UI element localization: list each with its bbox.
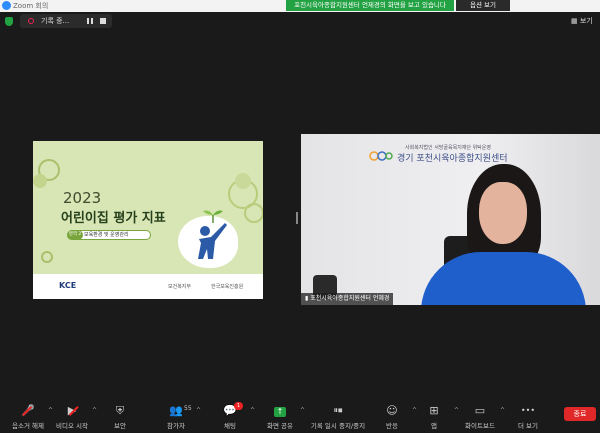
recording-indicator: 기록 중... (20, 14, 112, 28)
decor-circle (33, 174, 47, 188)
org-logo: 한국보육진흥원 (211, 284, 244, 290)
participant-name: 포천시육아종합지원센터 언혜경 (310, 295, 390, 302)
window-title: Zoom 회의 (13, 2, 49, 10)
center-name: 경기 포천시육아종합지원센터 (397, 154, 508, 164)
view-options-button[interactable]: 옵션 보기 (456, 0, 510, 11)
child-with-sprout-icon (198, 210, 227, 259)
participant-video[interactable]: 사회복지법인 서방골육목지재단 위탁운영 경기 포천시육아종합지원센터 ▮ 포천… (301, 134, 600, 305)
participants-button[interactable]: 👥 55 ^ 참가자 (148, 401, 204, 433)
screen-share-banner: 포천시육아종합지원센터 언제경의 화면을 보고 있습니다 (286, 0, 454, 11)
recording-dot-icon (28, 18, 34, 24)
ministry-logo: 보건복지부 (168, 284, 192, 290)
participant-count: 55 (184, 405, 192, 412)
chevron-up-icon[interactable]: ^ (300, 407, 305, 414)
person-face (479, 182, 527, 244)
record-pause-stop-icon: ⏸⏹ (333, 406, 343, 416)
more-label: 더 보기 (517, 422, 538, 430)
zoom-logo-icon (2, 1, 11, 10)
share-screen-icon: ↑ (274, 405, 286, 417)
view-layout-button[interactable]: ▦ 보기 (571, 16, 593, 26)
security-label: 보안 (114, 422, 126, 430)
meeting-toolbar: 🎤 ^ 음소거 해제 ▶ ^ 비디오 시작 ⛨ 보안 👥 55 ^ 참가자 💬 … (0, 401, 600, 433)
view-label: 보기 (579, 17, 593, 25)
grid-view-icon: ▦ (571, 17, 580, 25)
more-icon: ••• (520, 406, 536, 415)
shield-icon: ⛨ (115, 404, 125, 417)
chat-unread-badge: 1 (234, 402, 243, 410)
shared-screen-slide: 2023 어린이집 평가 지표 보육환경 및 운영관리 영역 2 KCE 보건복… (33, 141, 263, 299)
reaction-icon: ☺ (386, 404, 398, 417)
slide-year: 2023 (63, 189, 102, 207)
slide-section-badge: 영역 2 (67, 230, 83, 240)
security-shield-icon[interactable] (5, 17, 13, 26)
decor-circle (244, 203, 263, 223)
chevron-up-icon[interactable]: ^ (196, 407, 201, 414)
participants-label: 참가자 (167, 422, 185, 430)
chat-label: 채팅 (224, 422, 236, 430)
record-control-button[interactable]: ⏸⏹ 기록 일시 중지/중지 (306, 401, 370, 433)
participants-icon: 👥 (169, 404, 183, 417)
security-button[interactable]: ⛨ 보안 (92, 401, 148, 433)
center-logo-icon (369, 151, 393, 161)
share-screen-button[interactable]: ↑ ^ 화면 공유 (252, 401, 308, 433)
stop-recording-icon[interactable] (100, 18, 106, 24)
decor-circle (41, 251, 53, 263)
share-screen-label: 화면 공유 (267, 422, 293, 430)
decor-circle (235, 173, 251, 189)
view-splitter-handle[interactable] (296, 212, 298, 224)
chat-button[interactable]: 💬 1 ^ 채팅 (202, 401, 258, 433)
end-meeting-button[interactable]: 종료 (564, 407, 596, 421)
center-subtitle: 사회복지법인 서방골육목지재단 위탁운영 (405, 145, 491, 151)
kce-logo: KCE (59, 281, 77, 290)
participant-name-label: ▮ 포천시육아종합지원센터 언혜경 (301, 293, 394, 305)
slide-title: 어린이집 평가 지표 (61, 211, 166, 226)
record-control-label: 기록 일시 중지/중지 (310, 422, 366, 430)
video-off-icon: ▶ (68, 405, 79, 417)
recording-label: 기록 중... (41, 17, 70, 25)
apps-icon: ⊞ (429, 404, 439, 417)
mic-muted-icon: 🎤 (21, 405, 35, 417)
whiteboard-icon: ▭ (474, 404, 486, 417)
more-button[interactable]: ••• 더 보기 (500, 401, 556, 433)
pause-recording-icon[interactable] (87, 18, 93, 24)
